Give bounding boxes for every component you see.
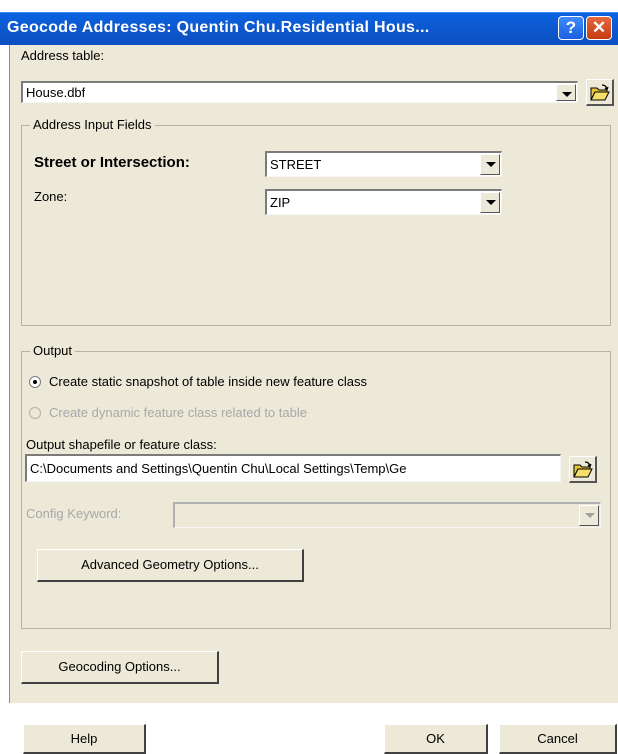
output-shapefile-value: C:\Documents and Settings\Quentin Chu\Lo…	[30, 461, 407, 476]
folder-open-icon	[590, 84, 610, 101]
output-shapefile-label: Output shapefile or feature class:	[26, 437, 217, 452]
ok-button[interactable]: OK	[384, 724, 488, 754]
browse-output-button[interactable]	[569, 456, 597, 483]
group-title: Output	[30, 343, 76, 358]
config-keyword-label: Config Keyword:	[26, 506, 122, 521]
address-table-label: Address table:	[21, 48, 105, 63]
chevron-down-icon[interactable]	[480, 154, 500, 175]
window-title: Geocode Addresses: Quentin Chu.Residenti…	[7, 19, 430, 36]
chevron-down-icon	[579, 505, 599, 526]
folder-open-icon	[573, 461, 593, 478]
help-title-button[interactable]: ?	[558, 16, 584, 40]
address-table-value: House.dbf	[26, 85, 86, 100]
title-bar: Geocode Addresses: Quentin Chu.Residenti…	[0, 12, 618, 45]
address-input-fields-group: Address Input Fields Street or Intersect…	[21, 117, 611, 326]
group-title: Address Input Fields	[30, 117, 155, 132]
street-label: Street or Intersection:	[34, 154, 190, 171]
geocoding-options-button[interactable]: Geocoding Options...	[21, 651, 219, 684]
street-field-dropdown[interactable]: STREET	[265, 151, 502, 177]
help-button[interactable]: Help	[23, 724, 146, 754]
street-value: STREET	[270, 157, 322, 172]
address-table-dropdown[interactable]: House.dbf	[21, 81, 578, 103]
advanced-geometry-options-button[interactable]: Advanced Geometry Options...	[37, 549, 304, 582]
zone-label: Zone:	[34, 189, 68, 204]
output-group: Output Create static snapshot of table i…	[21, 343, 611, 629]
question-icon: ?	[565, 18, 577, 37]
dialog-body: Address table: House.dbf Address Input F…	[9, 45, 618, 754]
cancel-button[interactable]: Cancel	[499, 724, 617, 754]
close-button[interactable]: ✕	[586, 16, 612, 40]
chevron-down-icon[interactable]	[480, 192, 500, 213]
close-icon: ✕	[591, 18, 607, 37]
static-snapshot-label[interactable]: Create static snapshot of table inside n…	[49, 374, 367, 389]
dynamic-feature-radio	[29, 407, 41, 419]
static-snapshot-radio[interactable]	[29, 376, 41, 388]
output-shapefile-input[interactable]: C:\Documents and Settings\Quentin Chu\Lo…	[25, 454, 561, 482]
zone-field-dropdown[interactable]: ZIP	[265, 189, 502, 215]
browse-address-table-button[interactable]	[586, 79, 614, 106]
zone-value: ZIP	[270, 195, 291, 210]
chevron-down-icon[interactable]	[556, 84, 576, 101]
dynamic-feature-label: Create dynamic feature class related to …	[49, 405, 307, 420]
config-keyword-dropdown	[173, 502, 601, 528]
